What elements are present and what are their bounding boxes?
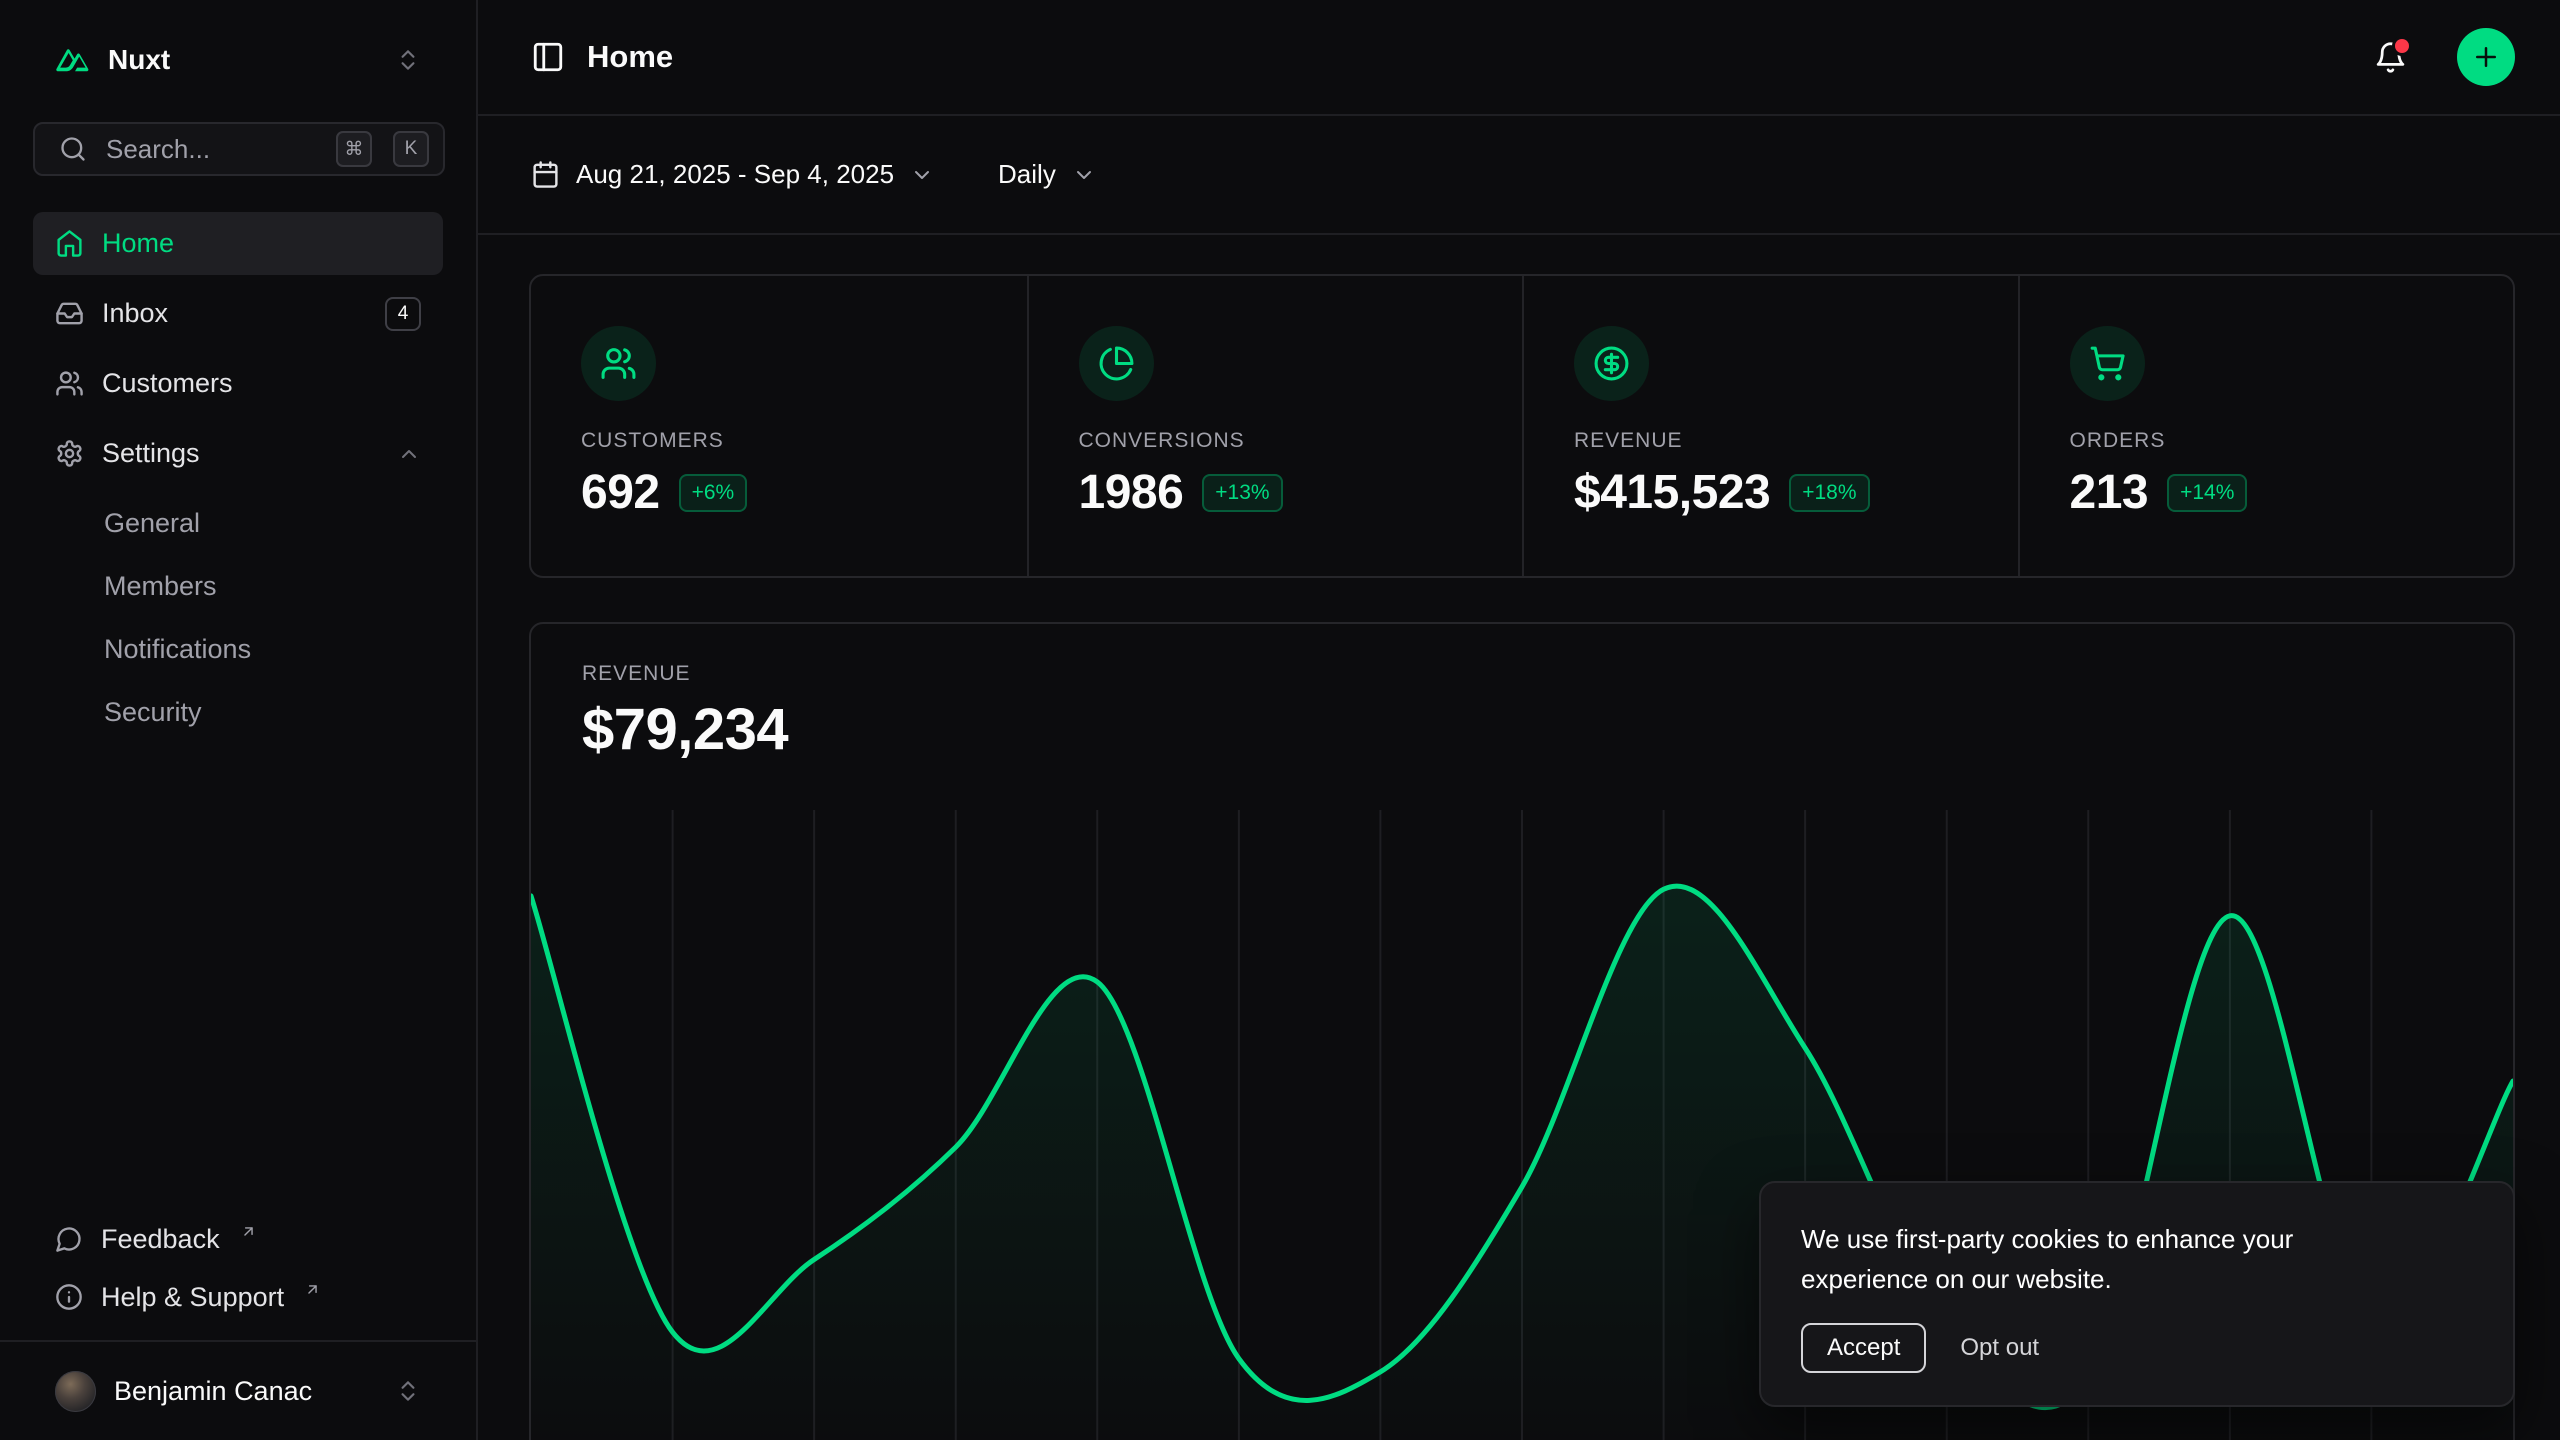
nuxt-logo-icon — [55, 42, 91, 78]
chevrons-up-down-icon — [395, 47, 421, 73]
stat-label: ORDERS — [2070, 429, 2464, 453]
external-link-icon — [304, 1281, 321, 1298]
sidebar-item-settings[interactable]: Settings — [33, 422, 443, 485]
avatar — [55, 1371, 96, 1412]
sub-item-label: Security — [104, 697, 202, 728]
page-title: Home — [587, 39, 673, 75]
footer-link-label: Help & Support — [101, 1282, 284, 1313]
sidebar-item-home[interactable]: Home — [33, 212, 443, 275]
user-name: Benjamin Canac — [114, 1376, 312, 1407]
dollar-circle-icon — [1574, 326, 1649, 401]
search-icon — [59, 135, 87, 163]
kbd-cmd: ⌘ — [336, 131, 372, 167]
feedback-link[interactable]: Feedback — [33, 1210, 443, 1268]
gear-icon — [55, 439, 84, 468]
settings-subnav: General Members Notifications Security — [33, 492, 443, 744]
cookie-message: We use first-party cookies to enhance yo… — [1801, 1219, 2381, 1299]
sub-item-label: General — [104, 508, 200, 539]
users-icon — [581, 326, 656, 401]
inbox-icon — [55, 299, 84, 328]
accept-cookies-button[interactable]: Accept — [1801, 1323, 1926, 1373]
stat-delta-badge: +18% — [1789, 474, 1869, 512]
sidebar-toggle-button[interactable] — [531, 40, 565, 74]
stat-value: 1986 — [1079, 465, 1184, 520]
chevron-down-icon — [910, 163, 934, 187]
add-button[interactable] — [2457, 28, 2515, 86]
revenue-label: REVENUE — [582, 660, 2462, 688]
users-icon — [55, 369, 84, 398]
sub-item-label: Members — [104, 571, 217, 602]
sub-item-label: Notifications — [104, 634, 251, 665]
sidebar-item-security[interactable]: Security — [33, 681, 443, 744]
user-menu[interactable]: Benjamin Canac — [33, 1358, 443, 1424]
sidebar-item-label: Inbox — [102, 298, 168, 329]
stat-card-conversions[interactable]: CONVERSIONS 1986 +13% — [1027, 276, 1523, 576]
sidebar-item-label: Customers — [102, 368, 233, 399]
stat-card-orders[interactable]: ORDERS 213 +14% — [2018, 276, 2514, 576]
calendar-icon — [531, 160, 560, 189]
cookie-consent-toast: We use first-party cookies to enhance yo… — [1759, 1181, 2515, 1407]
notifications-button[interactable] — [2374, 41, 2407, 74]
stat-delta-badge: +6% — [679, 474, 748, 512]
stats-summary-card: CUSTOMERS 692 +6% CONVERSIONS 1986 +13% — [529, 274, 2515, 578]
stat-label: CONVERSIONS — [1079, 429, 1473, 453]
home-icon — [55, 229, 84, 258]
workspace-name: Nuxt — [108, 44, 170, 76]
date-range-picker[interactable]: Aug 21, 2025 - Sep 4, 2025 — [531, 159, 934, 190]
pie-chart-icon — [1079, 326, 1154, 401]
stat-delta-badge: +14% — [2167, 474, 2247, 512]
chevrons-up-down-icon — [395, 1378, 421, 1404]
stat-value: $415,523 — [1574, 465, 1770, 520]
granularity-label: Daily — [998, 159, 1056, 190]
sidebar-item-general[interactable]: General — [33, 492, 443, 555]
stat-card-revenue[interactable]: REVENUE $415,523 +18% — [1522, 276, 2018, 576]
search-input[interactable]: Search... ⌘ K — [33, 122, 445, 176]
user-section: Benjamin Canac — [0, 1340, 476, 1440]
sidebar-item-label: Home — [102, 228, 174, 259]
cart-icon — [2070, 326, 2145, 401]
external-link-icon — [240, 1223, 257, 1240]
message-bubble-icon — [55, 1225, 83, 1253]
granularity-select[interactable]: Daily — [998, 159, 1096, 190]
sidebar-item-members[interactable]: Members — [33, 555, 443, 618]
stat-card-customers[interactable]: CUSTOMERS 692 +6% — [531, 276, 1027, 576]
stat-value: 692 — [581, 465, 660, 520]
sidebar-item-label: Settings — [102, 438, 200, 469]
optout-cookies-button[interactable]: Opt out — [1960, 1334, 2039, 1362]
stat-delta-badge: +13% — [1202, 474, 1282, 512]
revenue-value: $79,234 — [582, 694, 2462, 766]
page-header: Home — [478, 0, 2560, 116]
footer-link-label: Feedback — [101, 1224, 220, 1255]
help-circle-icon — [55, 1283, 83, 1311]
stat-label: CUSTOMERS — [581, 429, 977, 453]
help-support-link[interactable]: Help & Support — [33, 1268, 443, 1326]
notification-dot — [2395, 39, 2409, 53]
sidebar-nav: Home Inbox 4 Customers Sett — [33, 212, 443, 744]
stat-value: 213 — [2070, 465, 2149, 520]
inbox-count-badge: 4 — [385, 297, 421, 331]
sidebar-item-inbox[interactable]: Inbox 4 — [33, 282, 443, 345]
chevron-up-icon — [397, 442, 421, 466]
sidebar: Nuxt Search... ⌘ K Home — [0, 0, 478, 1440]
sidebar-item-customers[interactable]: Customers — [33, 352, 443, 415]
sidebar-footer-links: Feedback Help & Support — [33, 1210, 443, 1326]
sidebar-item-notifications[interactable]: Notifications — [33, 618, 443, 681]
chevron-down-icon — [1072, 163, 1096, 187]
search-placeholder: Search... — [106, 134, 210, 165]
plus-icon — [2471, 42, 2501, 72]
kbd-k: K — [393, 131, 429, 167]
date-range-label: Aug 21, 2025 - Sep 4, 2025 — [576, 159, 894, 190]
filters-toolbar: Aug 21, 2025 - Sep 4, 2025 Daily — [478, 116, 2560, 235]
stat-label: REVENUE — [1574, 429, 1968, 453]
workspace-switcher[interactable]: Nuxt — [33, 24, 443, 96]
